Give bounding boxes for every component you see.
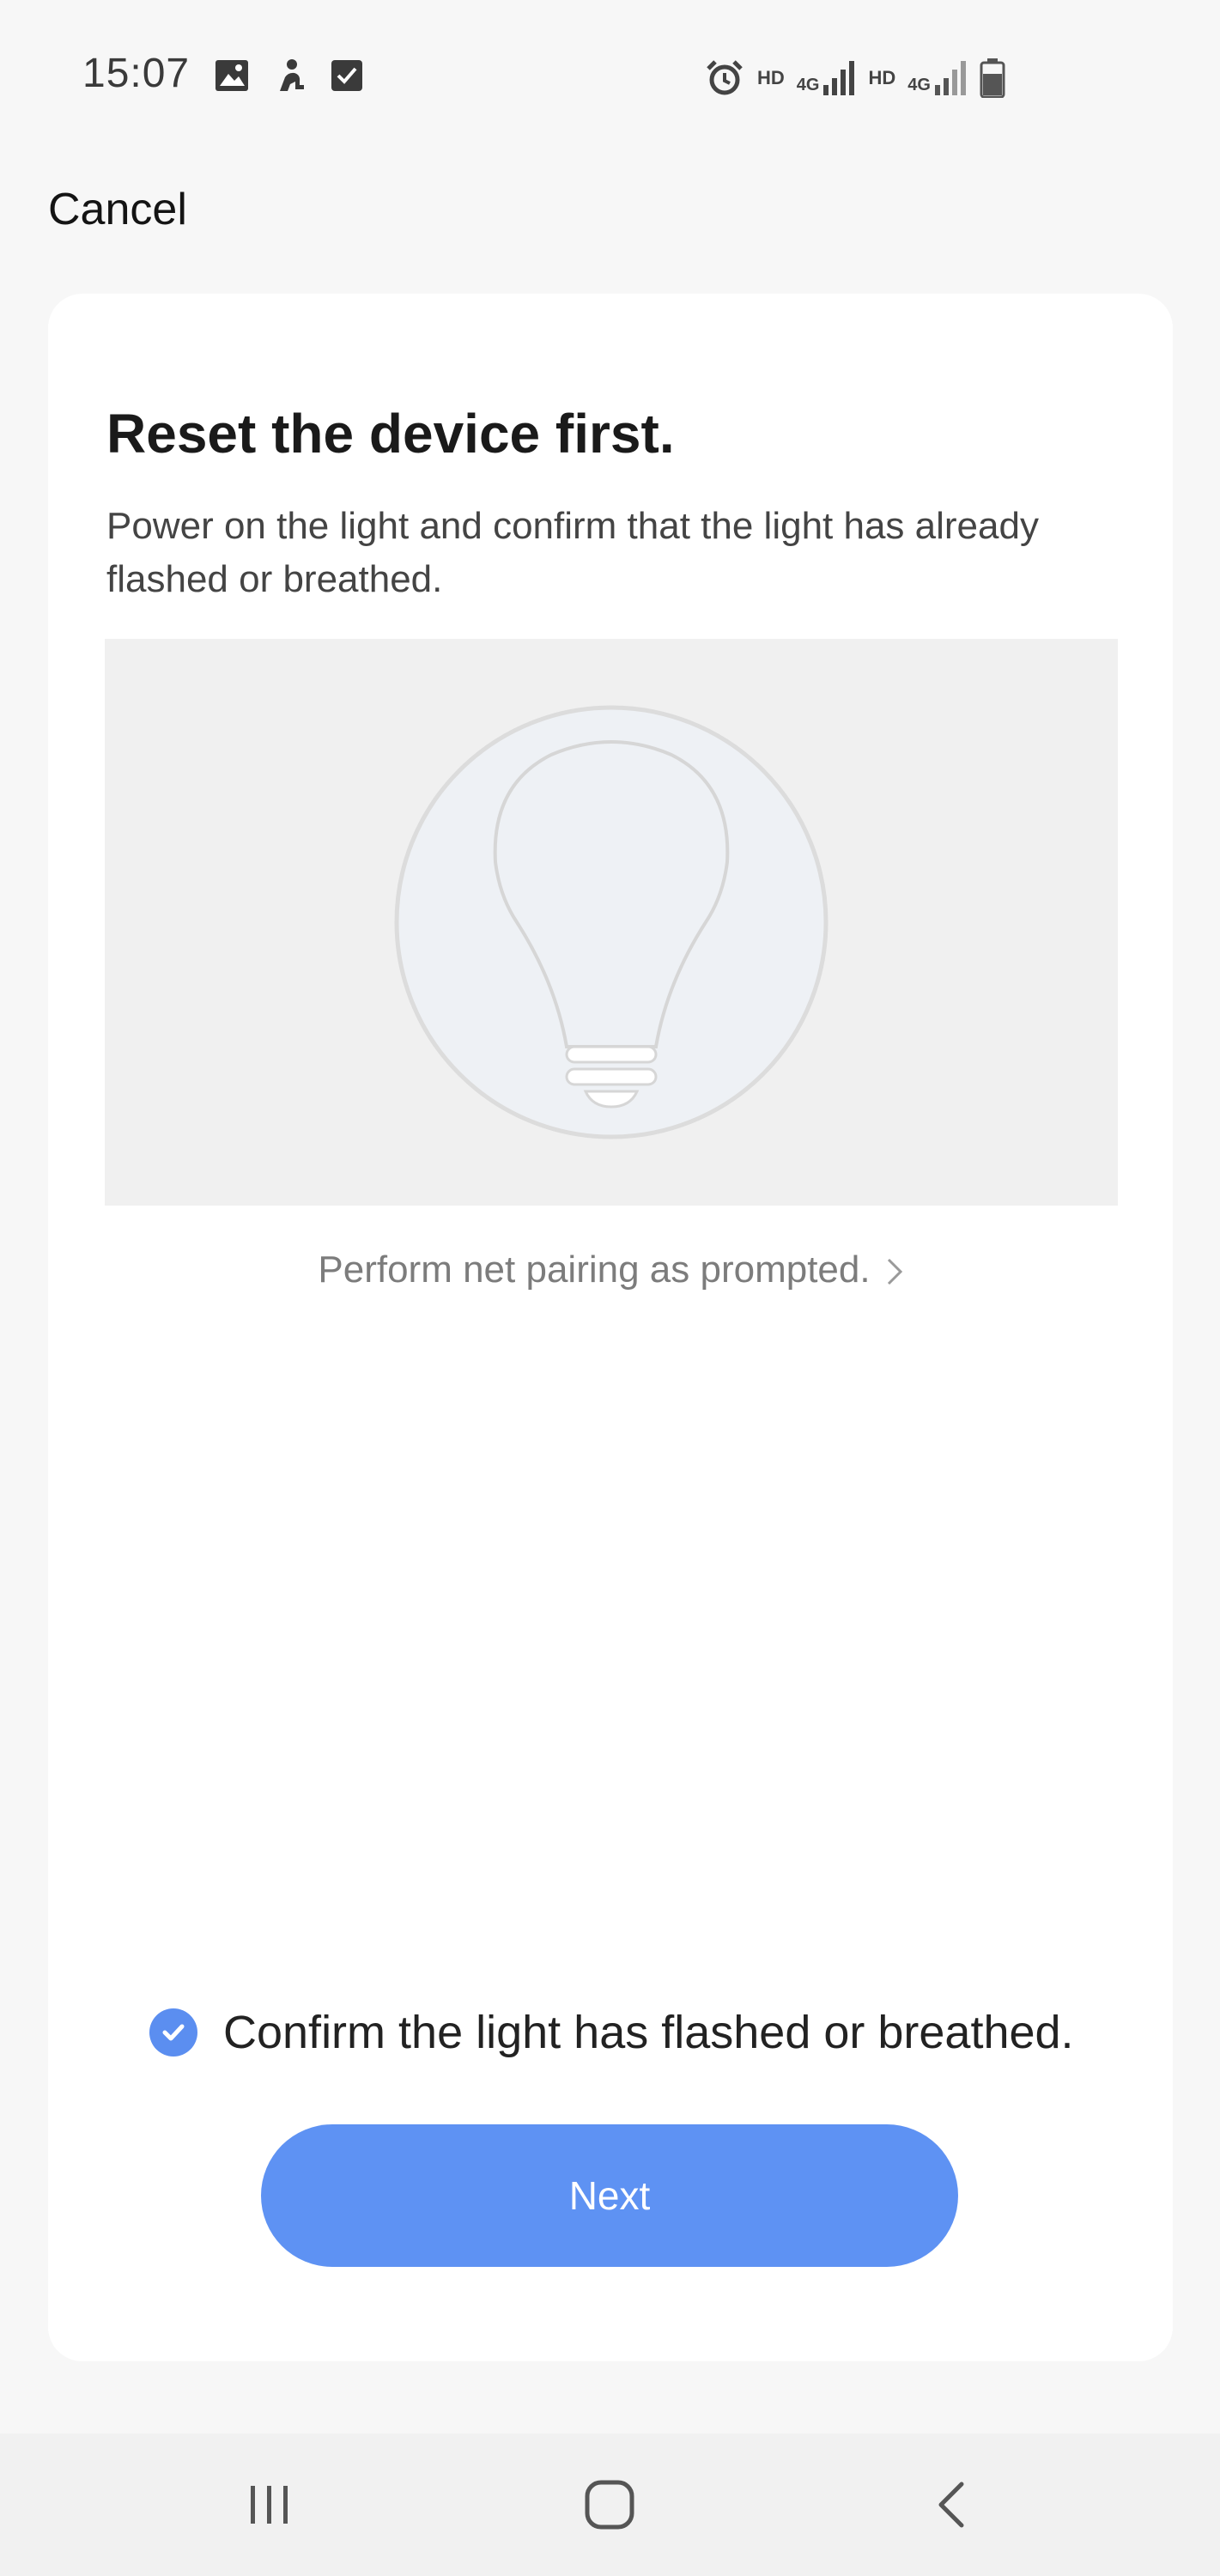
confirm-label: Confirm the light has flashed or breathe… [223,2007,1074,2058]
hd-label: HD [757,67,785,88]
battery-icon [980,58,1005,98]
hd-label: HD [868,67,896,88]
home-icon [585,2480,634,2530]
checkmark-icon [149,2008,197,2057]
checkbox-icon [331,60,362,91]
person-icon [280,59,304,91]
signal-bars-icon [823,61,855,95]
status-bar: 15:07 HD 4G HD 4G [0,0,1220,155]
pairing-help-label: Perform net pairing as prompted. [318,1249,871,1291]
confirm-checkbox[interactable]: Confirm the light has flashed or breathe… [149,2002,1074,2063]
image-icon [215,60,248,91]
reset-card: Reset the device first. Power on the lig… [48,294,1173,2361]
recents-icon [251,2486,288,2524]
device-illustration [105,639,1118,1206]
status-time: 15:07 [82,51,191,96]
page-title: Reset the device first. [106,403,675,465]
signal-bars-icon [934,61,966,95]
signal-4g-icon: 4G [907,61,968,95]
chevron-right-icon [887,1259,902,1285]
cancel-button[interactable]: Cancel [48,184,187,235]
home-button[interactable] [524,2433,695,2576]
pairing-help-link[interactable]: Perform net pairing as prompted. [48,1249,1173,1291]
network-type-label: 4G [796,76,820,94]
system-nav-bar [0,2433,1220,2576]
back-button[interactable] [865,2433,1037,2576]
recents-button[interactable] [184,2433,355,2576]
next-button[interactable]: Next [261,2124,958,2267]
status-indicators: HD 4G HD 4G [704,57,1005,100]
light-bulb-icon [394,705,829,1139]
signal-4g-icon: 4G [797,61,857,95]
network-type-label: 4G [907,76,931,94]
instruction-text: Power on the light and confirm that the … [106,505,1039,600]
alarm-icon [707,60,743,95]
back-icon [938,2482,964,2528]
